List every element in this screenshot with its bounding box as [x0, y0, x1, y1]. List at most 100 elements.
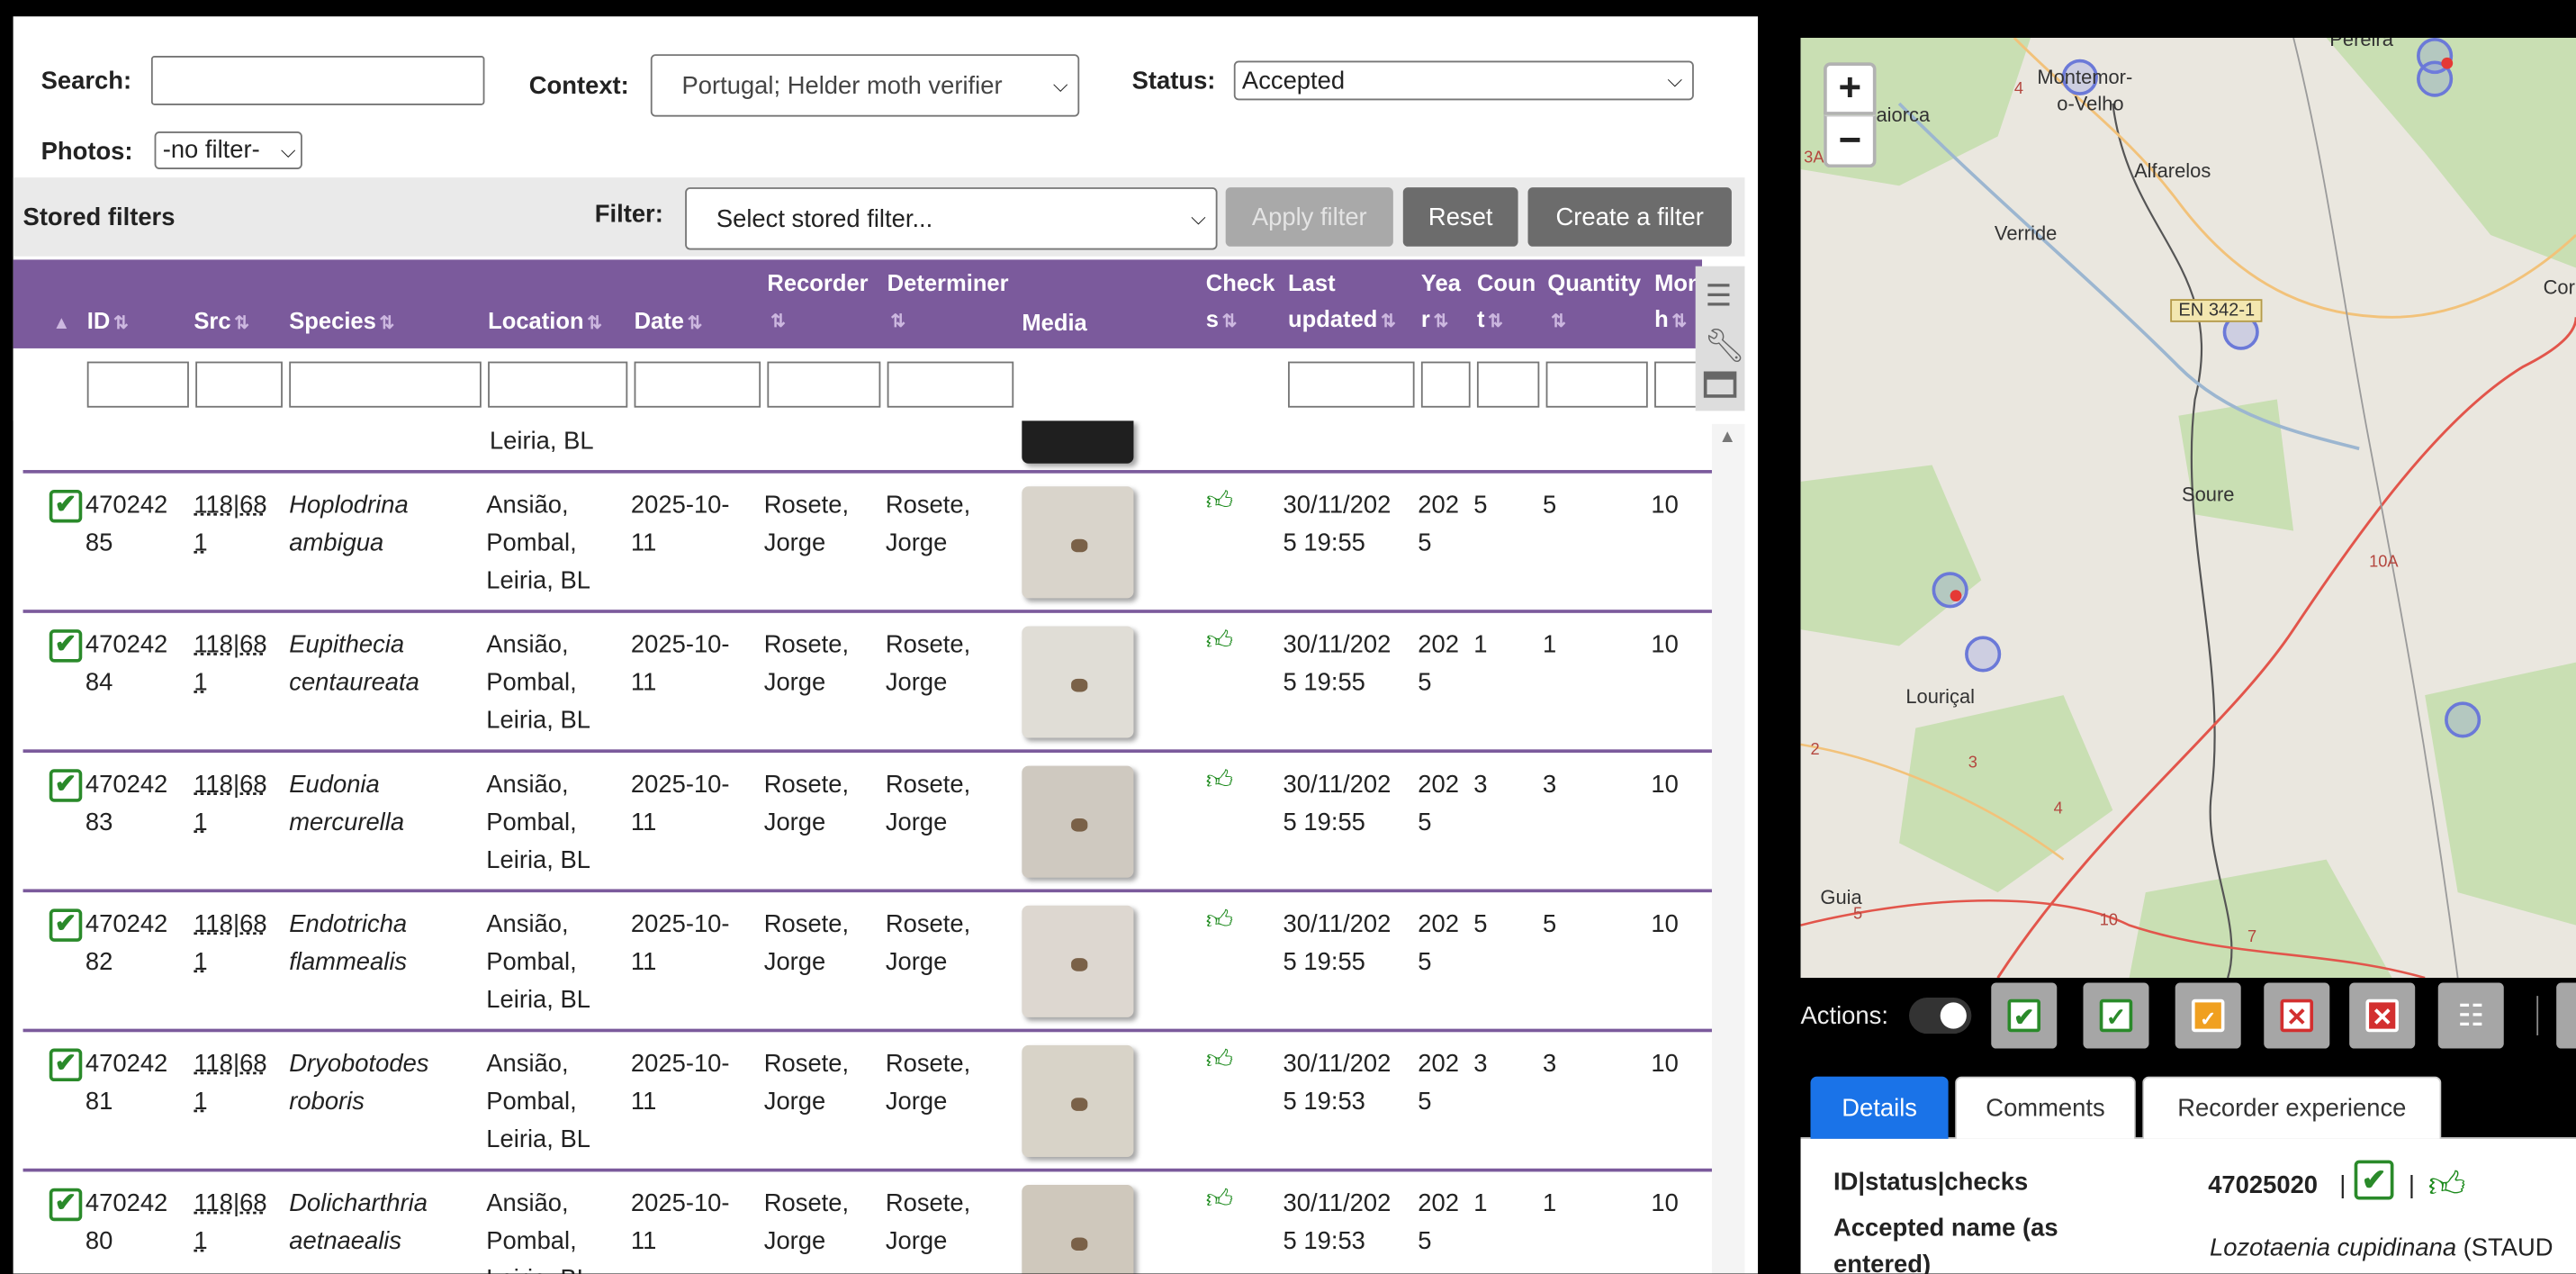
accept-correct-button[interactable]: ✔: [1991, 982, 2058, 1049]
accepted-status-icon[interactable]: ✔: [49, 1048, 83, 1082]
table-row[interactable]: ✔ 470242 84 118|68 1 Eupithecia centaureata Ans…: [23, 610, 1716, 749]
table-scrollbar[interactable]: ▲: [1711, 423, 1745, 1274]
filter-year-input[interactable]: [1420, 361, 1471, 408]
accepted-status-icon[interactable]: ✔: [49, 769, 83, 802]
list-icon[interactable]: ☰: [1706, 279, 1735, 313]
more-actions-button[interactable]: [2556, 982, 2576, 1049]
map-place-label: aiorca: [1876, 103, 1931, 127]
col-species[interactable]: Species ⇅: [289, 303, 394, 342]
context-select[interactable]: Portugal; Helder moth verifier ⌵: [650, 54, 1080, 117]
source-link[interactable]: 118|68 1: [194, 1185, 266, 1260]
media-thumbnail[interactable]: [1022, 1044, 1134, 1158]
road-number-label: 5: [1852, 905, 1863, 924]
filter-determiner-input[interactable]: [887, 361, 1014, 408]
partial-row-thumbnail[interactable]: [1022, 420, 1134, 464]
map-point: [2441, 57, 2454, 69]
map-marker[interactable]: [1965, 636, 2002, 673]
map[interactable]: Pereira Montemor- o-Velho aiorca Alfarel…: [1800, 37, 2576, 979]
media-thumbnail[interactable]: [1022, 905, 1134, 1017]
source-link[interactable]: 118|68 1: [194, 766, 266, 842]
media-thumbnail[interactable]: [1022, 486, 1134, 599]
map-marker[interactable]: [1932, 572, 1968, 609]
col-src[interactable]: Src ⇅: [194, 303, 249, 342]
recorder: Rosete, Jorge: [763, 910, 850, 977]
apply-filter-button[interactable]: Apply filter: [1225, 187, 1393, 247]
location: Ansião,Pombal,Leiria, BL: [486, 1189, 590, 1274]
filter-count-input[interactable]: [1476, 361, 1540, 408]
col-count[interactable]: Coun t ⇅: [1477, 265, 1536, 340]
source-link[interactable]: 118|68 1: [194, 1045, 266, 1121]
plausible-button[interactable]: ✓: [2175, 982, 2241, 1049]
map-marker[interactable]: [2445, 701, 2481, 738]
month: 10: [1651, 491, 1679, 520]
status-select[interactable]: Accepted ⌵: [1233, 60, 1694, 101]
accepted-name-label-2: entered): [1833, 1251, 1932, 1274]
source-link[interactable]: 118|68 1: [194, 906, 266, 981]
col-select-sort[interactable]: ▲︎: [50, 303, 70, 342]
species-name: Endotricha flammealis: [289, 910, 408, 977]
filter-last-updated-input[interactable]: [1288, 361, 1415, 408]
filter-species-input[interactable]: [289, 361, 482, 408]
accept-button[interactable]: ✓: [2083, 982, 2149, 1049]
filter-location-input[interactable]: [488, 361, 628, 408]
thumbs-up-icon: 👍︎: [1205, 1046, 1234, 1075]
source-link[interactable]: 118|68 1: [194, 626, 266, 701]
col-checks[interactable]: Check s ⇅: [1206, 265, 1275, 340]
year: 202 5: [1418, 771, 1459, 837]
tab-comments[interactable]: Comments: [1955, 1076, 2136, 1139]
accepted-status-icon[interactable]: ✔: [49, 629, 83, 663]
scroll-up-icon[interactable]: ▲: [1718, 428, 1736, 447]
table-row[interactable]: ✔ 470242 82 118|68 1 Endotricha flammealis Ansi…: [23, 889, 1716, 1028]
filter-date-input[interactable]: [634, 361, 761, 408]
tab-details[interactable]: Details: [1810, 1076, 1949, 1139]
filter-src-input[interactable]: [195, 361, 283, 408]
source-link[interactable]: 118|68 1: [194, 486, 266, 562]
accepted-status-icon[interactable]: ✔: [49, 908, 83, 942]
accepted-status-icon[interactable]: ✔: [49, 489, 83, 523]
col-recorder[interactable]: Recorder ⇅: [767, 265, 868, 340]
x-icon: ✕: [2280, 998, 2314, 1033]
col-last-updated[interactable]: Last updated ⇅: [1288, 265, 1396, 340]
col-determiner[interactable]: Determiner ⇅: [887, 265, 1009, 340]
accepted-status-icon[interactable]: ✔: [49, 1188, 83, 1222]
filter-recorder-input[interactable]: [767, 361, 881, 408]
reject-button[interactable]: ✕: [2349, 982, 2416, 1049]
tab-recorder-experience[interactable]: Recorder experience: [2142, 1076, 2442, 1139]
actions-toggle[interactable]: [1908, 997, 1972, 1035]
search-input[interactable]: [150, 56, 485, 105]
table-row[interactable]: ✔ 470242 81 118|68 1 Dryobotodes roboris Ansião…: [23, 1028, 1716, 1169]
reset-button[interactable]: Reset: [1402, 187, 1518, 247]
quantity: 1: [1542, 630, 1557, 659]
table-row[interactable]: ✔ 470242 85 118|68 1 Hoplodrina ambigua Ansião,…: [23, 470, 1716, 610]
month: 10: [1651, 910, 1679, 939]
zoom-in-button[interactable]: +: [1824, 62, 1877, 115]
col-quantity[interactable]: Quantity ⇅: [1547, 265, 1641, 340]
double-check-icon: ✔: [2007, 998, 2041, 1033]
location: Ansião,Pombal,Leiria, BL: [486, 491, 590, 595]
table-row[interactable]: ✔ 470242 80 118|68 1 Dolicharthria aetnaealis A…: [23, 1168, 1716, 1274]
wrench-icon[interactable]: 🔧︎: [1704, 325, 1745, 366]
col-id[interactable]: ID ⇅: [87, 303, 129, 342]
create-filter-button[interactable]: Create a filter: [1527, 187, 1732, 247]
doubtful-button[interactable]: ✕: [2264, 982, 2330, 1049]
col-month[interactable]: Mon h ⇅: [1654, 265, 1702, 340]
table-row[interactable]: ✔ 470242 83 118|68 1 Eudonia mercurella Ansião,…: [23, 749, 1716, 889]
stored-filter-select[interactable]: Select stored filter... ⌵: [685, 187, 1218, 250]
x-filled-icon: ✕: [2365, 998, 2399, 1033]
photos-select[interactable]: -no filter- ⌵: [154, 131, 302, 170]
filter-quantity-input[interactable]: [1545, 361, 1648, 408]
redetermine-button[interactable]: ☷: [2437, 982, 2504, 1049]
media-thumbnail[interactable]: [1022, 626, 1134, 738]
chevron-down-icon: ⌵: [1191, 206, 1206, 230]
window-icon[interactable]: [1703, 371, 1737, 398]
col-date[interactable]: Date ⇅: [635, 303, 703, 342]
filter-id-input[interactable]: [86, 361, 189, 408]
zoom-out-button[interactable]: −: [1824, 114, 1877, 168]
col-location[interactable]: Location ⇅: [488, 303, 602, 342]
location: Ansião,Pombal,Leiria, BL: [486, 630, 590, 735]
media-thumbnail[interactable]: [1022, 1185, 1134, 1274]
media-thumbnail[interactable]: [1022, 765, 1134, 878]
thumbs-up-icon: 👍︎: [1205, 767, 1234, 796]
status-label: Status:: [1131, 67, 1216, 95]
col-year[interactable]: Yea r ⇅: [1421, 265, 1461, 340]
